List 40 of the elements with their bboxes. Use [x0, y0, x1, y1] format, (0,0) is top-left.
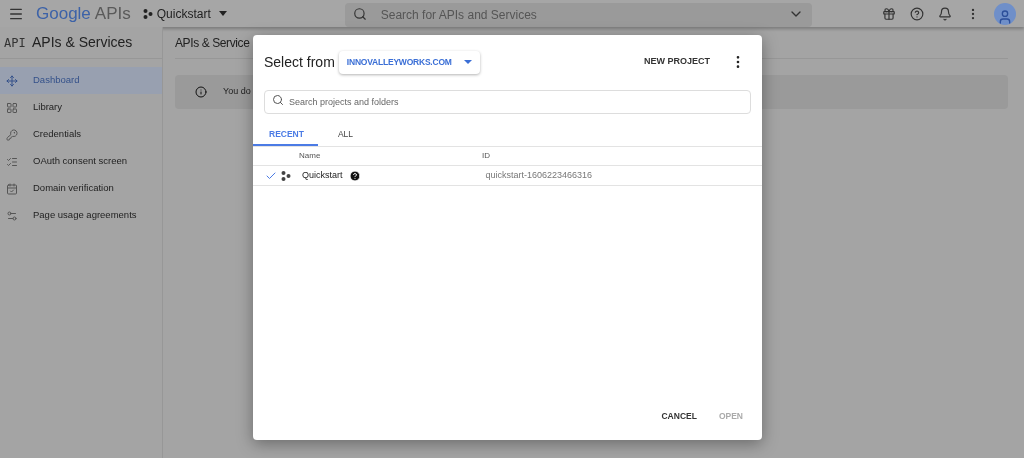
- sidebar-item[interactable]: Library: [0, 94, 162, 121]
- move-icon: [6, 74, 18, 87]
- sidebar-item[interactable]: OAuth consent screen: [0, 148, 162, 175]
- project-id: quickstart-1606223466316: [485, 168, 593, 182]
- sidebar-item[interactable]: Domain verification: [0, 175, 162, 202]
- project-picker[interactable]: Quickstart: [142, 4, 227, 23]
- list-icon: [6, 155, 18, 168]
- dialog-button[interactable]: CANCEL: [661, 410, 697, 423]
- project-dots-icon: [142, 8, 153, 19]
- project-dots-icon: [281, 170, 291, 181]
- caret-icon: [463, 60, 472, 64]
- column-header: ID: [482, 150, 490, 162]
- sidebar-item[interactable]: Page usage agreements: [0, 202, 162, 229]
- project-row[interactable]: Quickstart quickstart-1606223466316: [253, 166, 762, 186]
- project-name: Quickstart: [302, 168, 343, 182]
- gift-icon[interactable]: [882, 6, 896, 21]
- new-project-button[interactable]: NEW PROJECT: [644, 55, 710, 69]
- dialog-tab[interactable]: ALL: [318, 124, 373, 146]
- avatar-icon[interactable]: [994, 2, 1016, 25]
- dialog-tab[interactable]: RECENT: [253, 124, 318, 146]
- project-search-field[interactable]: Search projects and folders: [264, 90, 751, 114]
- dialog-title: Select from: [264, 52, 335, 72]
- sidebar-title: APIs & Services: [32, 33, 133, 52]
- search-icon: [352, 6, 367, 21]
- caret-icon: [218, 11, 227, 16]
- sidebar-item[interactable]: Credentials: [0, 121, 162, 148]
- column-header: Name: [299, 150, 322, 162]
- banner-text: You do: [223, 85, 251, 99]
- grid-icon: [6, 101, 18, 114]
- bell-icon[interactable]: [938, 6, 952, 21]
- page-title: APIs & Service: [175, 34, 250, 52]
- search-field[interactable]: Search for APIs and Services: [344, 2, 812, 27]
- organization-dropdown[interactable]: INNOVALLEYWORKS.COM: [338, 50, 480, 74]
- key-icon: [6, 128, 18, 141]
- settings-list-icon: [6, 209, 18, 222]
- search-icon: [272, 94, 284, 106]
- calendar-icon: [6, 182, 18, 195]
- info-icon: [195, 86, 207, 98]
- brand-suffix: APIs: [94, 2, 131, 25]
- api-logo: API: [4, 34, 27, 52]
